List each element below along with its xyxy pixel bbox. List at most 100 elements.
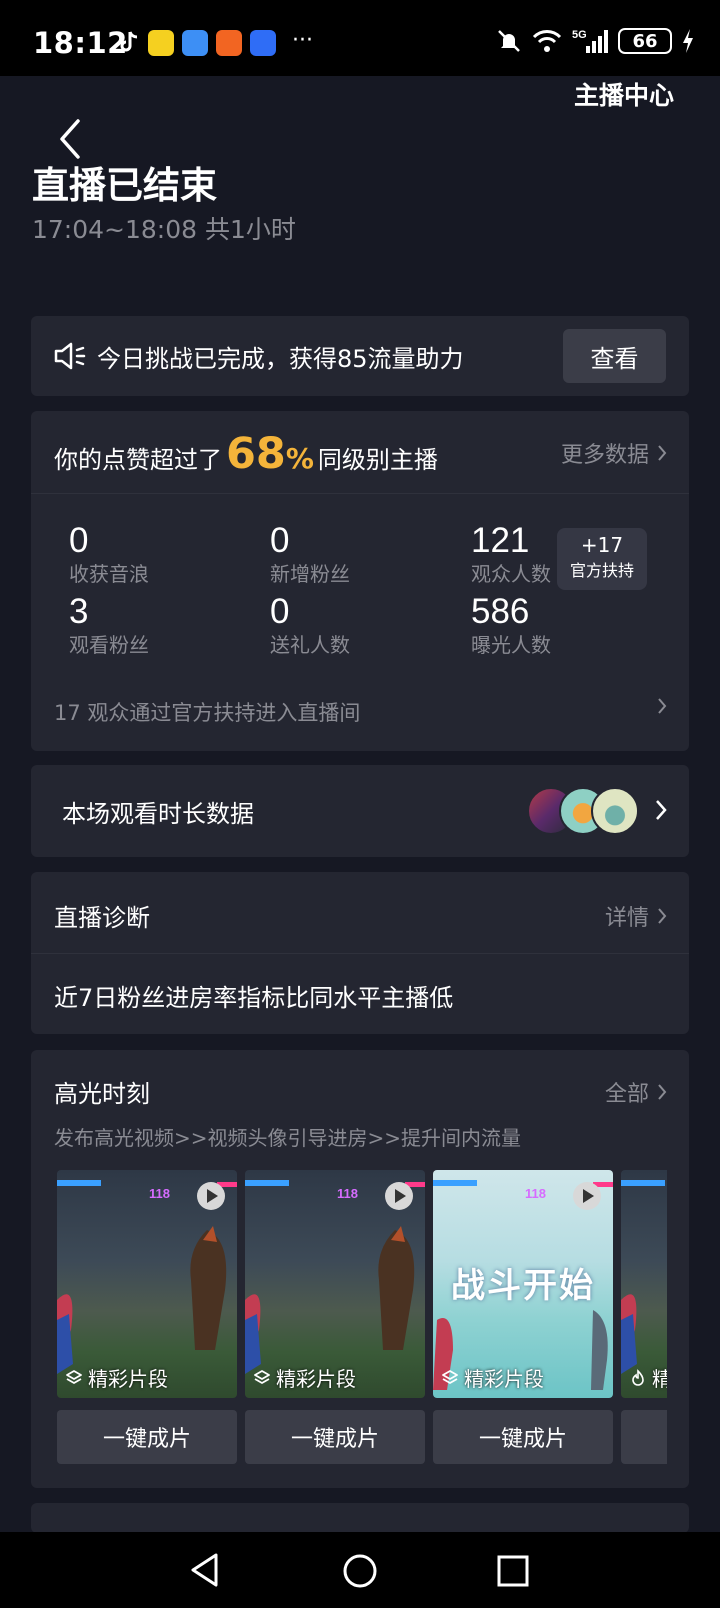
system-nav-bar — [0, 1532, 720, 1608]
metric-new-fans: 0 新增粉丝 — [270, 521, 350, 587]
diagnosis-details-link[interactable]: 详情 — [605, 900, 667, 932]
challenge-card: 今日挑战已完成，获得85流量助力 查看 — [31, 316, 689, 396]
highlights-title: 高光时刻 — [54, 1080, 150, 1108]
clip-thumbnail[interactable]: 118 战斗开始 精彩片段 — [433, 1170, 613, 1398]
signal-5g-icon: 5G — [572, 29, 608, 53]
nav-recents-icon[interactable] — [496, 1554, 530, 1588]
boost-value: +17 — [580, 533, 624, 557]
app-market-icon — [250, 30, 276, 56]
chevron-right-icon — [658, 1084, 667, 1100]
clip-tag-label: 精彩片段 — [88, 1367, 168, 1391]
battle-start-overlay: 战斗开始 — [451, 1266, 595, 1306]
likes-percent-sign: % — [285, 442, 314, 475]
boost-label: 官方扶持 — [569, 561, 634, 580]
highlight-clips-list[interactable]: 118 精彩片段 一键成片 118 精彩片段 一键成片 118 战斗开始 精彩片… — [57, 1170, 667, 1470]
speaker-icon — [54, 342, 86, 370]
metric-exposure: 586 曝光人数 — [471, 592, 551, 658]
charging-icon — [683, 29, 693, 53]
highlight-clip[interactable]: 118 精彩片段 一键成片 — [245, 1170, 425, 1464]
more-data-label: 更多数据 — [560, 443, 649, 468]
metric-sound-waves: 0 收获音浪 — [69, 521, 149, 587]
red-packet-icon — [216, 30, 242, 56]
metric-label: 观众人数 — [471, 562, 551, 586]
avatar — [591, 787, 639, 835]
metric-value: 0 — [69, 521, 89, 560]
metric-value: 586 — [471, 592, 530, 631]
likes-ranking-prefix: 你的点赞超过了 — [54, 446, 222, 474]
watch-time-card[interactable]: 本场观看时长数据 — [31, 765, 689, 857]
nav-back-icon[interactable] — [188, 1552, 222, 1588]
metric-value: 121 — [471, 521, 530, 560]
diagnosis-text: 近7日粉丝进房率指标比同水平主播低 — [54, 984, 454, 1012]
status-time: 18:12 — [33, 26, 128, 60]
wifi-icon — [532, 30, 562, 52]
highlights-all-link[interactable]: 全部 — [605, 1076, 667, 1108]
play-icon[interactable] — [197, 1182, 225, 1210]
clip-thumbnail[interactable]: 118 精彩片段 — [245, 1170, 425, 1398]
anchor-center-link[interactable]: 主播中心 — [574, 76, 674, 112]
mute-icon — [498, 30, 520, 52]
clip-level: 118 — [525, 1186, 546, 1201]
clip-thumbnail[interactable]: 118 精彩片段 — [57, 1170, 237, 1398]
highlights-all-label: 全部 — [604, 1082, 649, 1107]
notification-app-icons: ··· — [118, 27, 313, 56]
metric-value: 0 — [270, 521, 290, 560]
metric-label: 新增粉丝 — [270, 562, 350, 586]
highlight-clip[interactable]: 精 — [621, 1170, 667, 1464]
live-duration: 17:04~18:08 共1小时 — [32, 215, 296, 244]
clip-tag-label: 精彩片段 — [276, 1367, 356, 1391]
chevron-right-icon — [656, 800, 667, 820]
clip-tag-label: 精 — [652, 1367, 667, 1391]
play-icon[interactable] — [385, 1182, 413, 1210]
play-icon[interactable] — [573, 1182, 601, 1210]
metric-value: 3 — [69, 592, 89, 631]
clip-tag: 精彩片段 — [441, 1363, 544, 1392]
highlight-clip[interactable]: 118 战斗开始 精彩片段 一键成片 — [433, 1170, 613, 1464]
clip-thumbnail[interactable]: 精 — [621, 1170, 667, 1398]
likes-ranking-suffix: 同级别主播 — [317, 446, 438, 474]
layers-icon — [442, 1369, 458, 1384]
official-boost-badge: +17 官方扶持 — [557, 528, 647, 590]
tiktok-icon — [120, 31, 138, 52]
viewer-avatars — [527, 787, 639, 835]
metric-label: 送礼人数 — [270, 633, 350, 657]
divider — [31, 953, 689, 954]
clip-tag: 精彩片段 — [253, 1363, 356, 1392]
highlights-card: 高光时刻 全部 发布高光视频>>视频头像引导进房>>提升间内流量 118 精彩片… — [31, 1050, 689, 1488]
likes-percent: 68% — [226, 429, 314, 479]
next-card-partial — [31, 1503, 689, 1533]
one-click-create-button[interactable]: 一键成片 — [245, 1410, 425, 1464]
diagnosis-details-label: 详情 — [604, 906, 649, 931]
divider — [31, 493, 689, 494]
status-right: 5G 66 — [496, 28, 694, 54]
layers-icon — [254, 1369, 270, 1384]
nav-home-icon[interactable] — [341, 1552, 379, 1590]
one-click-create-button[interactable]: 一键成片 — [433, 1410, 613, 1464]
more-data-link[interactable]: 更多数据 — [561, 437, 667, 469]
challenge-text: 今日挑战已完成，获得85流量助力 — [97, 345, 464, 373]
clip-tag: 精彩片段 — [65, 1363, 168, 1392]
live-stats-card: 你的点赞超过了 68% 同级别主播 更多数据 0 收获音浪 0 新增粉丝 121… — [31, 411, 689, 751]
likes-ranking: 你的点赞超过了 68% 同级别主播 — [54, 429, 438, 479]
one-click-create-button[interactable] — [621, 1410, 667, 1464]
one-click-create-button[interactable]: 一键成片 — [57, 1410, 237, 1464]
boost-footer-text[interactable]: 17 观众通过官方扶持进入直播间 — [54, 697, 360, 727]
clip-tag: 精 — [629, 1363, 667, 1392]
highlights-description: 发布高光视频>>视频头像引导进房>>提升间内流量 — [54, 1126, 522, 1150]
chevron-right-icon[interactable] — [657, 697, 667, 715]
chevron-right-icon — [658, 908, 667, 924]
clip-tag-label: 精彩片段 — [464, 1367, 544, 1391]
weather-icon — [182, 30, 208, 56]
highlight-clip[interactable]: 118 精彩片段 一键成片 — [57, 1170, 237, 1464]
metric-watching-fans: 3 观看粉丝 — [69, 592, 149, 658]
diagnosis-title: 直播诊断 — [54, 904, 150, 932]
layers-icon — [66, 1369, 82, 1384]
more-notifications-icon: ··· — [292, 27, 313, 53]
watch-time-label: 本场观看时长数据 — [62, 800, 254, 828]
metric-label: 观看粉丝 — [69, 633, 149, 657]
live-diagnosis-card: 直播诊断 详情 近7日粉丝进房率指标比同水平主播低 — [31, 872, 689, 1034]
view-challenge-button[interactable]: 查看 — [563, 329, 666, 383]
metric-label: 曝光人数 — [471, 633, 551, 657]
qq-music-icon — [148, 30, 174, 56]
chevron-right-icon — [658, 445, 667, 461]
